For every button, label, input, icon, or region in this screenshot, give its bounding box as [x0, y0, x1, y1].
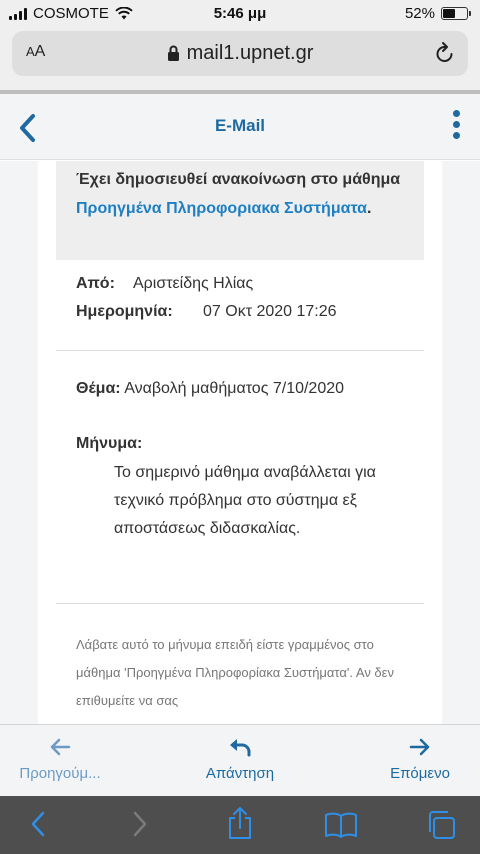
browser-toolbar: [0, 796, 480, 854]
browser-address-area: AA mail1.upnet.gr: [0, 28, 480, 90]
divider: [56, 350, 424, 351]
date-value: 07 Οκτ 2020 17:26: [203, 303, 337, 320]
subject-label: Θέμα:: [76, 380, 121, 397]
next-button[interactable]: Επόμενο: [370, 737, 470, 782]
from-row: Από: Αριστείδης Ηλίας: [76, 274, 337, 294]
from-value: Αριστείδης Ηλίας: [133, 275, 254, 292]
notice-suffix: .: [366, 200, 372, 217]
reply-label: Απάντηση: [205, 765, 275, 782]
divider: [56, 603, 424, 604]
battery-percent: 52%: [404, 5, 435, 22]
battery-icon: [441, 7, 471, 20]
address-bar[interactable]: AA mail1.upnet.gr: [12, 31, 468, 76]
subject-row: Θέμα: Αναβολή μαθήματος 7/10/2020: [76, 380, 344, 398]
message-body: Το σημερινό μάθημα αναβάλλεται για τεχνι…: [114, 464, 376, 537]
previous-label: Προηγούμ...: [19, 765, 101, 782]
status-bar: COSMOTE 5:46 μμ 52%: [0, 0, 480, 28]
battery-info: 52%: [404, 5, 471, 22]
page-title: E-Mail: [214, 116, 266, 135]
email-navigation: Προηγούμ... Απάντηση Επόμενο: [0, 724, 480, 796]
url-display[interactable]: mail1.upnet.gr: [12, 42, 468, 65]
app-header: E-Mail: [0, 94, 480, 160]
date-row: Ημερομηνία: 07 Οκτ 2020 17:26: [76, 302, 337, 322]
browser-forward-icon: [133, 811, 147, 837]
battery-fill: [443, 9, 455, 18]
more-options-icon[interactable]: [453, 110, 460, 139]
bookmarks-icon[interactable]: [324, 812, 358, 838]
announcement-notice: Έχει δημοσιευθεί ανακοίνωση στο μάθημα Π…: [56, 161, 424, 260]
date-label: Ημερομηνία:: [76, 303, 173, 320]
from-label: Από:: [76, 275, 115, 292]
previous-button[interactable]: Προηγούμ...: [10, 737, 110, 782]
email-card: Έχει δημοσιευθεί ανακοίνωση στο μάθημα Π…: [38, 161, 442, 724]
subject-value: Αναβολή μαθήματος 7/10/2020: [124, 380, 345, 397]
reply-button[interactable]: Απάντηση: [180, 737, 300, 782]
email-content: Έχει δημοσιευθεί ανακοίνωση στο μάθημα Π…: [0, 161, 480, 724]
course-link[interactable]: Προηγμένα Πληροφοριακα Συστήματα: [76, 200, 367, 217]
arrow-left-icon: [50, 738, 71, 756]
browser-back-icon[interactable]: [28, 810, 48, 838]
arrow-right-icon: [409, 738, 430, 756]
message-label: Μήνυμα:: [76, 435, 143, 452]
url-text: mail1.upnet.gr: [186, 42, 314, 64]
lock-icon: [167, 45, 179, 61]
reply-icon: [230, 739, 251, 757]
share-icon[interactable]: [226, 806, 254, 840]
notice-text: Έχει δημοσιευθεί ανακοίνωση στο μάθημα: [76, 171, 401, 188]
next-label: Επόμενο: [390, 765, 450, 782]
email-footer-text: Λάβατε αυτό το μήνυμα επειδή είστε γραμμ…: [76, 637, 394, 708]
email-meta: Από: Αριστείδης Ηλίας Ημερομηνία: 07 Οκτ…: [76, 274, 337, 330]
reload-icon[interactable]: [434, 41, 456, 65]
tabs-icon[interactable]: [426, 810, 456, 840]
